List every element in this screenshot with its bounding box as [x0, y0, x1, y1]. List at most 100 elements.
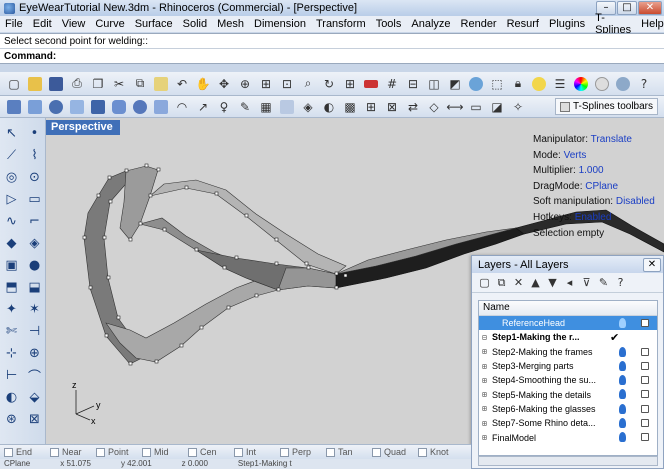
save-icon[interactable]: [46, 74, 66, 93]
cplane-tool-icon[interactable]: ⊠: [23, 408, 46, 430]
point-icon[interactable]: •: [23, 122, 46, 144]
layer-row[interactable]: ⊞ FinalModel: [479, 430, 657, 444]
layer-row[interactable]: ⊞ Step6-Making the glasses: [479, 402, 657, 416]
expand-icon[interactable]: ⊞: [482, 376, 492, 385]
properties-icon[interactable]: ☰: [550, 74, 570, 93]
tsplines-grid-icon[interactable]: ▦: [256, 97, 276, 116]
cut-icon[interactable]: ✂: [109, 74, 129, 93]
boolean-icon[interactable]: ⬓: [23, 276, 46, 298]
grid-snap-icon[interactable]: #: [382, 74, 402, 93]
osnap-checkbox[interactable]: [96, 447, 105, 457]
menu-help[interactable]: Help: [636, 18, 664, 30]
menu-plugins[interactable]: Plugins: [544, 18, 590, 30]
tsplines-sweep-icon[interactable]: ↗: [193, 97, 213, 116]
layers-close-icon[interactable]: ✕: [643, 257, 661, 272]
tsplines-plane-icon[interactable]: [25, 97, 45, 116]
menu-edit[interactable]: Edit: [28, 18, 57, 30]
layer-row[interactable]: ⊞ Step7-Some Rhino deta...: [479, 416, 657, 430]
tsplines-toggle-icon[interactable]: ◪: [487, 97, 507, 116]
menu-surface[interactable]: Surface: [130, 18, 178, 30]
layer-row[interactable]: ⊞ Step5-Making the details: [479, 387, 657, 401]
menu-tools[interactable]: Tools: [371, 18, 407, 30]
osnap-end[interactable]: End: [4, 447, 50, 457]
circle-center-icon[interactable]: ⊙: [23, 166, 46, 188]
menu-view[interactable]: View: [57, 18, 91, 30]
tsplines-quadball-icon[interactable]: [130, 97, 150, 116]
osnap-checkbox[interactable]: [188, 447, 197, 457]
layer-tools-icon[interactable]: ✎: [597, 276, 610, 289]
osnap-checkbox[interactable]: [326, 447, 335, 457]
menu-dimension[interactable]: Dimension: [249, 18, 311, 30]
tsplines-symmetry-icon[interactable]: ⟷: [445, 97, 465, 116]
bulb-icon[interactable]: [619, 318, 626, 328]
move-up-icon[interactable]: ▲: [529, 276, 542, 289]
shaded-icon[interactable]: ◩: [445, 74, 465, 93]
lock-icon[interactable]: [641, 419, 649, 428]
osnap-perp[interactable]: Perp: [280, 447, 326, 457]
tsplines-torus-icon[interactable]: [109, 97, 129, 116]
copy-clipboard-icon[interactable]: ⧉: [130, 74, 150, 93]
menu-curve[interactable]: Curve: [90, 18, 129, 30]
viewport-tab-perspective[interactable]: Perspective: [46, 120, 120, 135]
menu-mesh[interactable]: Mesh: [212, 18, 249, 30]
tsplines-crease-icon[interactable]: [277, 97, 297, 116]
copy-icon[interactable]: ❐: [88, 74, 108, 93]
fillet-icon[interactable]: ⌐: [23, 210, 46, 232]
osnap-quad[interactable]: Quad: [372, 447, 418, 457]
bulb-icon[interactable]: [619, 346, 626, 357]
lock-icon[interactable]: [641, 319, 649, 327]
move-icon[interactable]: ⊹: [0, 342, 23, 364]
zoom-extents-icon[interactable]: ⊡: [277, 74, 297, 93]
osnap-checkbox[interactable]: [4, 447, 13, 457]
osnap-checkbox[interactable]: [50, 447, 59, 457]
polyline-icon[interactable]: ⟋: [0, 144, 23, 166]
new-file-icon[interactable]: ▢: [4, 74, 24, 93]
expand-icon[interactable]: ⊞: [482, 419, 492, 428]
osnap-checkbox[interactable]: [142, 447, 151, 457]
osnap-checkbox[interactable]: [234, 447, 243, 457]
osnap-knot[interactable]: Knot: [418, 447, 464, 457]
select-icon[interactable]: ⬚: [487, 74, 507, 93]
tsplines-slider-icon[interactable]: ▭: [466, 97, 486, 116]
expand-icon[interactable]: ⊟: [482, 333, 492, 342]
color-wheel-icon[interactable]: [571, 74, 591, 93]
expand-icon[interactable]: ⊞: [482, 362, 492, 371]
bulb-icon[interactable]: [619, 375, 626, 386]
cplane-icon[interactable]: ⊟: [403, 74, 423, 93]
select-arrow-icon[interactable]: ↖: [0, 122, 23, 144]
bulb-icon[interactable]: [619, 432, 626, 443]
tsplines-wand-icon[interactable]: ✧: [508, 97, 528, 116]
osnap-checkbox[interactable]: [372, 447, 381, 457]
light-icon[interactable]: [529, 74, 549, 93]
tsplines-face-icon[interactable]: [151, 97, 171, 116]
layer-row[interactable]: ReferenceHead: [479, 316, 657, 331]
status-layer[interactable]: Step1-Making t: [238, 459, 292, 469]
render-icon[interactable]: ⬙: [23, 386, 46, 408]
polygon-icon[interactable]: ▷: [0, 188, 23, 210]
osnap-tan[interactable]: Tan: [326, 447, 372, 457]
close-button[interactable]: ✕: [638, 1, 662, 15]
tsplines-insert-icon[interactable]: ⊞: [361, 97, 381, 116]
lock-icon[interactable]: [641, 404, 649, 413]
menu-transform[interactable]: Transform: [311, 18, 371, 30]
zoom-selected-icon[interactable]: ⌕: [298, 74, 318, 93]
expand-icon[interactable]: ⊞: [482, 404, 492, 413]
undo-icon[interactable]: ↶: [172, 74, 192, 93]
surface-icon[interactable]: ◆: [0, 232, 23, 254]
lock-icon[interactable]: [641, 433, 649, 442]
extrude-icon[interactable]: ⬒: [0, 276, 23, 298]
layer-row[interactable]: ⊞ Step2-Making the frames: [479, 345, 657, 359]
tsplines-mesh-icon[interactable]: ▩: [340, 97, 360, 116]
layer-row[interactable]: ⊞ Step3-Merging parts: [479, 359, 657, 373]
tsplines-cylinder-icon[interactable]: [88, 97, 108, 116]
tsplines-weld-icon[interactable]: ◈: [298, 97, 318, 116]
tsplines-rect-icon[interactable]: [67, 97, 87, 116]
tsplines-sphere-icon[interactable]: [46, 97, 66, 116]
osnap-mid[interactable]: Mid: [142, 447, 188, 457]
split-icon[interactable]: ⊣: [23, 320, 46, 342]
osnap-checkbox[interactable]: [418, 447, 427, 457]
lock-icon[interactable]: [641, 347, 649, 356]
open-folder-icon[interactable]: [25, 74, 45, 93]
paste-icon[interactable]: [151, 74, 171, 93]
tsplines-bulb-icon[interactable]: ♀: [214, 97, 234, 116]
